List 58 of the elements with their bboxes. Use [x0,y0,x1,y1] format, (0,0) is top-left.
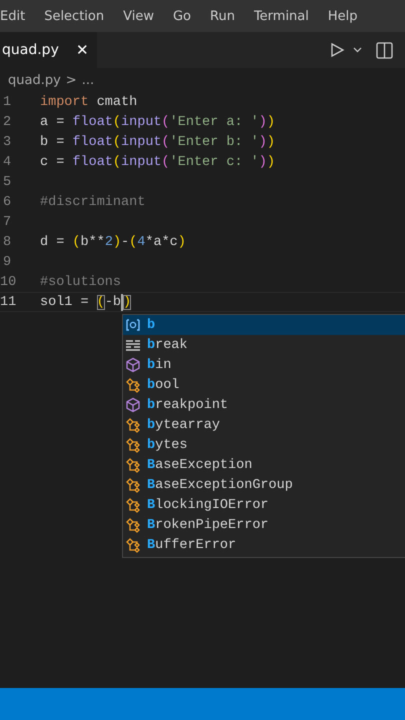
line-number: 2 [2,114,12,130]
line-number: 10 [0,274,18,290]
class-icon [125,417,141,433]
class-icon [125,517,141,533]
code-line: a = float(input('Enter a: ')) [40,114,275,130]
code-line: d = (b**2)-(4*a*c) [40,234,186,250]
menu-item[interactable]: Edit [0,8,26,24]
suggestion-item[interactable]: breakpoint [123,395,405,415]
suggestion-item[interactable]: b [123,315,405,335]
close-button[interactable]: ✕ [76,41,89,59]
menu-item[interactable]: Help [328,8,358,24]
suggestion-item[interactable]: bytes [123,435,405,455]
line-number: 11 [0,294,18,310]
editor-tab[interactable]: quad.py ✕ [0,32,97,68]
suggestion-item[interactable]: BaseException [123,455,405,475]
menu-item[interactable]: Terminal [254,8,309,24]
class-icon [125,477,141,493]
menu-item[interactable]: Selection [44,8,104,24]
chevron-down-icon[interactable] [353,47,362,53]
code-line: c = float(input('Enter c: ')) [40,154,275,170]
line-number: 1 [2,94,12,110]
suggestion-item[interactable]: BlockingIOError [123,495,405,515]
line-number: 5 [2,174,12,190]
suggestion-item[interactable]: bin [123,355,405,375]
split-editor-icon[interactable] [376,42,393,58]
menu-item[interactable]: Go [172,8,191,24]
menu-item[interactable]: Run [210,8,235,24]
breadcrumb-separator: > [66,72,77,88]
suggestion-item[interactable]: BaseExceptionGroup [123,475,405,495]
class-icon [125,457,141,473]
line-number: 4 [2,154,12,170]
breadcrumb-file[interactable]: quad.py [8,72,61,88]
line-number: 3 [2,134,12,150]
class-icon [125,377,141,393]
class-icon [125,537,141,553]
line-number: 7 [2,214,12,230]
suggestion-item[interactable]: bytearray [123,415,405,435]
run-icon[interactable] [329,42,345,58]
suggestion-item[interactable]: BrokenPipeError [123,515,405,535]
code-line: #solutions [40,274,122,290]
class-icon [125,437,141,453]
cube-icon [125,357,141,373]
variable-icon [125,317,141,333]
menu-item[interactable]: View [123,8,154,24]
line-number: 9 [2,254,12,270]
cube-icon [125,397,141,413]
tab-label: quad.py [2,42,59,58]
code-line: import cmath [40,94,138,110]
line-number: 8 [2,234,12,250]
suggestion-item[interactable]: break [123,335,405,355]
code-line: #discriminant [40,194,146,210]
line-number: 6 [2,194,12,210]
suggestion-item[interactable]: bool [123,375,405,395]
suggestion-item[interactable]: BufferError [123,535,405,555]
code-line: b = float(input('Enter b: ')) [40,134,275,150]
class-icon [125,497,141,513]
breadcrumb-item[interactable]: ... [82,72,94,88]
code-line: sol1 = (-b) [40,294,132,310]
